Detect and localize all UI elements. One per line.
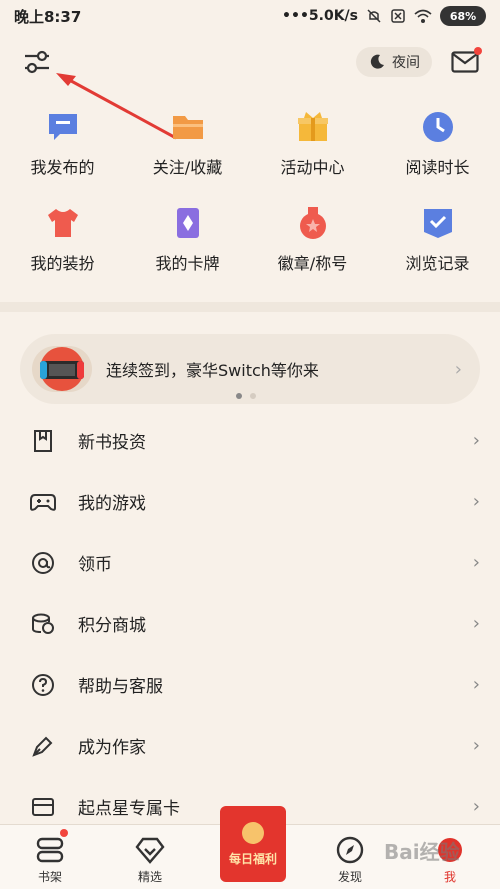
bookshelf-badge-dot	[60, 829, 68, 837]
bookshelf-icon	[36, 837, 64, 863]
chevron-right-icon: ›	[472, 613, 480, 634]
menu-label: 领币	[78, 555, 112, 575]
history-icon	[423, 209, 452, 238]
diamond-icon	[135, 837, 165, 864]
chevron-right-icon: ›	[472, 674, 480, 695]
chevron-right-icon: ›	[472, 735, 480, 756]
grid-item-history[interactable]: 浏览记录	[375, 192, 500, 288]
help-icon	[30, 672, 56, 698]
grid-label: 我的卡牌	[155, 254, 220, 273]
pen-icon	[30, 733, 56, 759]
top-bar: 夜间	[0, 32, 500, 92]
messages-button[interactable]	[448, 45, 482, 79]
chevron-right-icon: ›	[472, 552, 480, 573]
menu-item-points-mall[interactable]: 积分商城 ›	[0, 593, 500, 654]
coins-icon	[30, 611, 56, 637]
gift-icon	[297, 112, 328, 141]
grid-label: 阅读时长	[405, 158, 470, 177]
switch-console-image	[32, 346, 92, 392]
grid-label: 关注/收藏	[152, 158, 223, 177]
grid-item-activity-center[interactable]: 活动中心	[250, 96, 375, 192]
menu-item-new-book-investment[interactable]: 新书投资 ›	[0, 410, 500, 471]
moon-icon	[370, 54, 384, 69]
grid-item-my-posts[interactable]: 我发布的	[0, 96, 125, 192]
bookmark-icon	[30, 428, 56, 454]
grid-item-reading-time[interactable]: 阅读时长	[375, 96, 500, 192]
sliders-icon	[25, 50, 49, 74]
chevron-right-icon: ›	[472, 796, 480, 817]
quick-access-grid: 我发布的 关注/收藏 活动中心 阅读时长 我的装扮 我的卡牌 徽章/称号 浏览记…	[0, 96, 500, 296]
gamepad-icon	[30, 489, 56, 515]
nav-label: 我	[443, 870, 456, 884]
menu-item-help-support[interactable]: 帮助与客服 ›	[0, 654, 500, 715]
card-icon	[176, 208, 199, 238]
status-bar: 晚上8:37 •••5.0K/s 68%	[0, 0, 500, 32]
grid-item-follows[interactable]: 关注/收藏	[125, 96, 250, 192]
pager-dot-active	[236, 393, 242, 399]
wifi-icon	[414, 9, 432, 23]
promo-text: 连续签到，豪华Switch等你来	[106, 361, 319, 380]
chevron-right-icon: ›	[472, 491, 480, 512]
grid-label: 活动中心	[280, 158, 345, 177]
nav-label: 发现	[337, 870, 362, 884]
medal-icon	[299, 207, 326, 239]
mute-icon	[367, 9, 381, 23]
unread-dot	[474, 47, 482, 55]
grid-label: 我的装扮	[30, 254, 95, 273]
status-indicators: •••5.0K/s 68%	[282, 6, 486, 26]
grid-item-my-outfit[interactable]: 我的装扮	[0, 192, 125, 288]
night-mode-button[interactable]: 夜间	[356, 47, 432, 77]
settings-sliders-button[interactable]	[20, 45, 54, 79]
section-divider	[0, 302, 500, 312]
credit-card-icon	[30, 794, 56, 820]
grid-item-badges[interactable]: 徽章/称号	[250, 192, 375, 288]
battery-indicator: 68%	[440, 6, 486, 26]
menu-item-my-games[interactable]: 我的游戏 ›	[0, 471, 500, 532]
message-icon	[48, 114, 77, 140]
clock-icon	[422, 112, 453, 142]
nav-label: 精选	[137, 870, 162, 884]
no-sim-icon	[391, 9, 405, 23]
nav-featured[interactable]: 精选	[100, 825, 200, 889]
baidu-watermark: Bai经验	[384, 840, 460, 864]
night-mode-label: 夜间	[392, 55, 420, 71]
grid-label: 我发布的	[30, 158, 95, 177]
menu-item-claim-coins[interactable]: 领币 ›	[0, 532, 500, 593]
compass-icon	[336, 836, 364, 864]
menu-label: 帮助与客服	[78, 677, 163, 697]
battery-percent: 68%	[449, 9, 477, 23]
network-speed: •••5.0K/s	[282, 8, 358, 24]
nav-bookshelf[interactable]: 书架	[0, 825, 100, 889]
daily-welfare-label: 每日福利	[228, 851, 277, 866]
grid-label: 浏览记录	[405, 254, 470, 273]
menu-label: 积分商城	[78, 616, 146, 636]
folder-icon	[172, 116, 203, 139]
chevron-right-icon: ›	[472, 430, 480, 451]
chevron-right-icon: ›	[454, 358, 462, 380]
pager-dot	[250, 393, 256, 399]
status-time: 晚上8:37	[14, 7, 82, 26]
shirt-icon	[47, 209, 78, 237]
menu-label: 新书投资	[78, 433, 146, 453]
coin-icon	[242, 821, 264, 844]
menu-label: 成为作家	[78, 738, 146, 758]
banner-pager	[236, 393, 256, 399]
menu-label: 我的游戏	[78, 494, 146, 514]
at-icon	[30, 550, 56, 576]
menu-item-become-writer[interactable]: 成为作家 ›	[0, 715, 500, 776]
daily-welfare-button[interactable]: 每日福利	[220, 806, 286, 882]
grid-label: 徽章/称号	[277, 254, 348, 273]
switch-console-icon	[40, 347, 84, 391]
grid-item-my-cards[interactable]: 我的卡牌	[125, 192, 250, 288]
settings-menu-list: 新书投资 › 我的游戏 › 领币 › 积分商城 › 帮助与客服 › 成为作家 ›	[0, 410, 500, 837]
nav-label: 书架	[37, 870, 62, 884]
